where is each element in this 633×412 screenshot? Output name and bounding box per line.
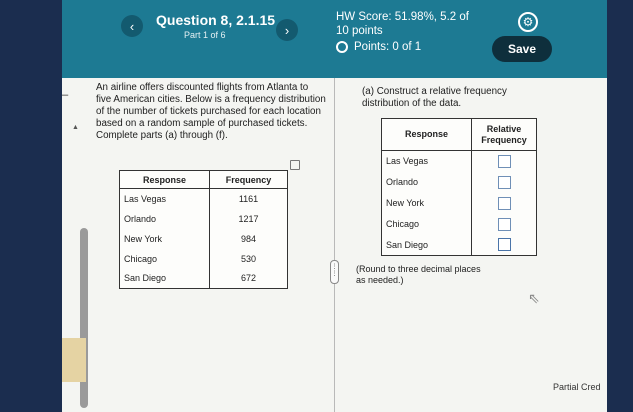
next-question-button[interactable]: › bbox=[276, 19, 298, 41]
relative-frequency-header-line1: Relative bbox=[486, 123, 522, 134]
hw-score-line2: 10 points bbox=[336, 25, 383, 37]
answer-input-chicago[interactable] bbox=[497, 217, 511, 231]
back-arrow-icon[interactable]: ← bbox=[62, 82, 72, 103]
response-cell: Las Vegas bbox=[381, 150, 472, 172]
drag-handle[interactable]: ⋮ ⋮ bbox=[330, 260, 339, 284]
response-cell: Orlando bbox=[119, 208, 210, 229]
table-row: San Diego 672 bbox=[119, 268, 288, 289]
response-cell: San Diego bbox=[381, 234, 472, 256]
part-a-instruction: (a) Construct a relative frequency distr… bbox=[362, 86, 507, 109]
response-cell: Orlando bbox=[381, 171, 472, 193]
question-part: Part 1 of 6 bbox=[184, 30, 226, 40]
copy-data-icon[interactable] bbox=[290, 160, 300, 170]
table-row: San Diego bbox=[381, 234, 537, 256]
table-header-row: Response Relative Frequency bbox=[381, 118, 537, 151]
relative-frequency-header-line2: Frequency bbox=[481, 134, 527, 145]
settings-button[interactable]: ⚙ bbox=[518, 12, 538, 32]
side-accent bbox=[62, 338, 86, 382]
table-row: New York bbox=[381, 192, 537, 214]
table-row: Chicago 530 bbox=[119, 248, 288, 269]
question-title: Question 8, 2.1.15 bbox=[156, 12, 276, 28]
frequency-cell: 1161 bbox=[209, 188, 288, 209]
points-circle-icon bbox=[336, 41, 348, 53]
chevron-left-icon: ‹ bbox=[129, 18, 135, 34]
collapse-caret-icon[interactable]: ▲ bbox=[72, 124, 79, 131]
points-label: Points: 0 of 1 bbox=[354, 41, 422, 53]
frequency-cell: 1217 bbox=[209, 208, 288, 229]
answer-input-orlando[interactable] bbox=[497, 175, 511, 189]
answer-cell bbox=[471, 234, 537, 256]
table-row: Orlando 1217 bbox=[119, 208, 288, 229]
header-bar: ‹ Question 8, 2.1.15 Part 1 of 6 › HW Sc… bbox=[62, 0, 607, 78]
frequency-table: Response Frequency Las Vegas 1161 Orlando… bbox=[119, 170, 288, 289]
homework-screen: ‹ Question 8, 2.1.15 Part 1 of 6 › HW Sc… bbox=[62, 0, 607, 412]
mouse-cursor-icon: ⇖ bbox=[528, 290, 540, 306]
answer-cell bbox=[471, 213, 537, 235]
frequency-cell: 984 bbox=[209, 228, 288, 249]
save-button[interactable]: Save bbox=[492, 36, 552, 62]
hw-score: HW Score: 51.98%, 5.2 of 10 points bbox=[336, 10, 469, 38]
answer-cell bbox=[471, 192, 537, 214]
frequency-cell: 672 bbox=[209, 268, 288, 289]
response-cell: Chicago bbox=[381, 213, 472, 235]
response-cell: San Diego bbox=[119, 268, 210, 289]
table-header-row: Response Frequency bbox=[119, 170, 288, 189]
response-header: Response bbox=[381, 118, 472, 151]
response-cell: Las Vegas bbox=[119, 188, 210, 209]
panel-divider bbox=[334, 78, 335, 412]
rounding-hint-line2: as needed.) bbox=[356, 275, 404, 285]
previous-question-button[interactable]: ‹ bbox=[121, 15, 143, 37]
partial-credit-label: Partial Cred bbox=[553, 382, 601, 392]
points-status: Points: 0 of 1 bbox=[336, 41, 421, 53]
frequency-header: Frequency bbox=[209, 170, 288, 189]
rounding-hint: (Round to three decimal places as needed… bbox=[356, 264, 481, 286]
answer-cell bbox=[471, 150, 537, 172]
answer-cell bbox=[471, 171, 537, 193]
table-row: Chicago bbox=[381, 213, 537, 235]
chevron-right-icon: › bbox=[284, 22, 290, 38]
problem-text: An airline offers discounted flights fro… bbox=[96, 82, 326, 141]
hw-score-line1: HW Score: 51.98%, 5.2 of bbox=[336, 11, 469, 23]
relative-frequency-header: Relative Frequency bbox=[471, 118, 537, 151]
response-cell: Chicago bbox=[119, 248, 210, 269]
table-row: Las Vegas bbox=[381, 150, 537, 172]
relative-frequency-table: Response Relative Frequency Las Vegas Or… bbox=[381, 118, 537, 256]
frequency-cell: 530 bbox=[209, 248, 288, 269]
response-cell: New York bbox=[381, 192, 472, 214]
gear-icon: ⚙ bbox=[522, 15, 534, 29]
table-row: Las Vegas 1161 bbox=[119, 188, 288, 209]
answer-input-las-vegas[interactable] bbox=[497, 154, 511, 168]
rounding-hint-line1: (Round to three decimal places bbox=[356, 264, 481, 274]
table-row: New York 984 bbox=[119, 228, 288, 249]
response-header: Response bbox=[119, 170, 210, 189]
answer-input-new-york[interactable] bbox=[497, 196, 511, 210]
response-cell: New York bbox=[119, 228, 210, 249]
table-row: Orlando bbox=[381, 171, 537, 193]
answer-input-san-diego[interactable] bbox=[497, 238, 511, 252]
